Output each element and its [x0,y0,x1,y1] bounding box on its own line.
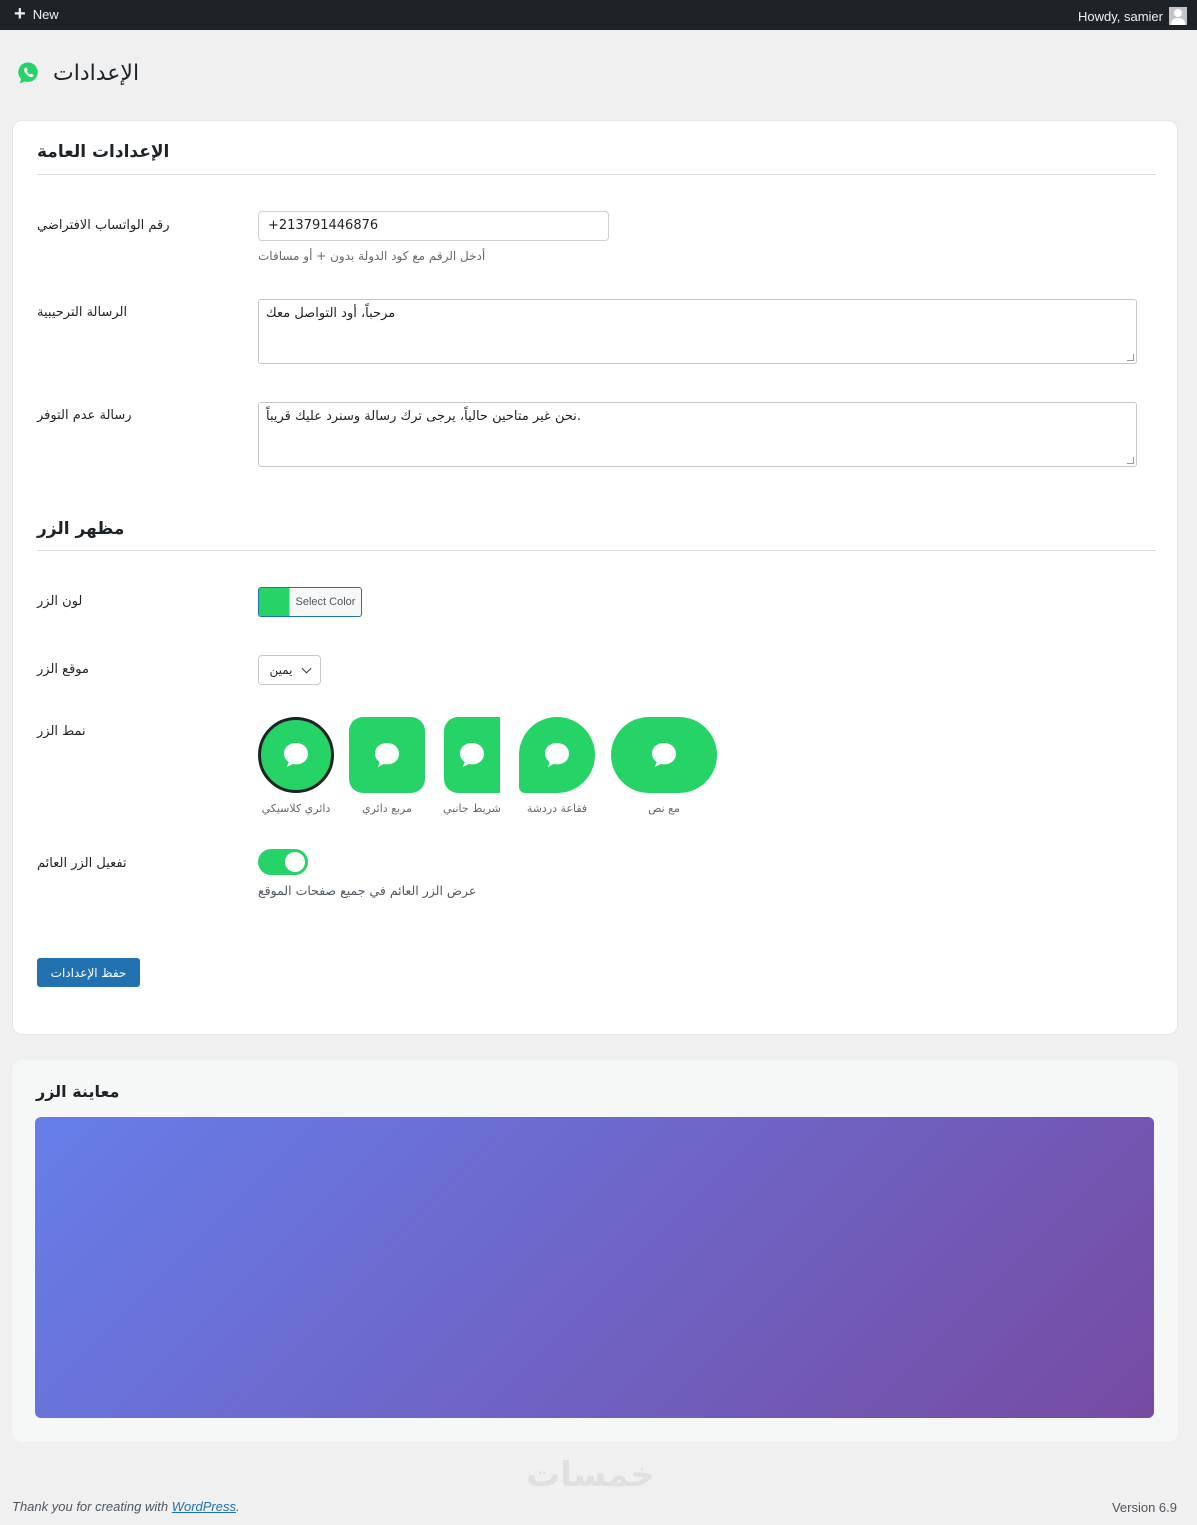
color-swatch [259,588,289,616]
new-label: New [32,6,59,22]
chat-bubble-icon [652,743,676,767]
style-preview-shape [258,717,334,793]
general-settings-title: الإعدادات العامة [37,142,170,162]
account-menu[interactable]: Howdy, samier [1078,7,1187,25]
button-appearance-title: مظهر الزر [37,519,125,539]
toggle-knob [285,852,305,872]
offline-message-textarea[interactable]: نحن غير متاحين حالياً، يرجى ترك رسالة وس… [258,402,1137,467]
admin-bar: + New Howdy, samier [0,0,1197,30]
howdy-text: Howdy, samier [1077,8,1163,24]
footer-thanks-prefix: Thank you for creating with [12,1499,172,1514]
button-position-label: موقع الزر [37,662,89,677]
chat-bubble-icon [460,743,484,767]
style-caption: شريط جانبي [443,802,501,815]
button-position-select[interactable]: يمين [258,655,321,685]
preview-area [35,1117,1154,1418]
button-style-label: نمط الزر [37,724,86,739]
wordpress-link[interactable]: WordPress [172,1499,236,1514]
settings-card: الإعدادات العامة رقم الواتساب الافتراضي … [12,120,1178,1035]
resize-handle[interactable] [1127,354,1134,361]
style-preview-shape [611,717,717,793]
style-preview-shape [519,717,595,793]
style-preview-shape [444,717,500,793]
page-title: الإعدادات [53,60,140,86]
style-option-with-text[interactable]: مع نص [611,717,717,815]
save-settings-button[interactable]: حفظ الإعدادات [37,958,140,987]
welcome-message-textarea[interactable]: مرحباً، أود التواصل معك [258,299,1137,364]
phone-label: رقم الواتساب الافتراضي [37,218,170,233]
preview-card: معاينة الزر [12,1060,1178,1442]
khamsat-watermark: خمسات [526,1455,655,1495]
new-content-menu[interactable]: + New [14,3,59,25]
style-option-side-bar[interactable]: شريط جانبي [437,717,507,815]
footer-thanks: Thank you for creating with WordPress. [12,1499,240,1514]
offline-message-text: نحن غير متاحين حالياً، يرجى ترك رسالة وس… [266,409,581,424]
style-option-classic-circle[interactable]: دائري كلاسيكي [257,717,335,815]
position-selected-value: يمين [269,663,293,677]
phone-input[interactable]: +213791446876 [258,211,609,241]
style-preview-shape [349,717,425,793]
select-color-button[interactable]: Select Color [258,587,362,617]
resize-handle[interactable] [1127,457,1134,464]
floating-button-hint: عرض الزر العائم في جميع صفحات الموقع [258,883,477,898]
chat-bubble-icon [284,743,308,767]
footer-thanks-suffix: . [236,1499,240,1514]
avatar [1169,7,1187,25]
version-text: Version 6.9 [1111,1500,1177,1515]
style-caption: مربع دائري [361,802,413,815]
page-header: الإعدادات [15,60,139,86]
style-option-chat-bubble[interactable]: فقاعة دردشة [519,717,595,815]
divider [37,174,1156,175]
plus-icon: + [14,3,26,25]
select-color-label: Select Color [289,588,361,616]
divider [37,550,1156,551]
offline-message-label: رسالة عدم التوفر [37,408,132,423]
preview-title: معاينة الزر [36,1082,120,1101]
floating-button-toggle[interactable] [258,849,308,875]
whatsapp-icon [18,62,38,84]
chat-bubble-icon [375,743,399,767]
welcome-message-label: الرسالة الترحيبية [37,305,128,320]
style-caption: دائري كلاسيكي [261,802,331,815]
style-caption: مع نص [648,802,680,815]
chevron-down-icon [301,663,311,673]
floating-button-label: تفعيل الزر العائم [37,856,127,871]
welcome-message-text: مرحباً، أود التواصل معك [266,306,396,321]
style-caption: فقاعة دردشة [526,802,588,815]
button-color-label: لون الزر [37,594,83,609]
chat-bubble-icon [545,743,569,767]
phone-hint: أدخل الرقم مع كود الدولة بدون + أو مسافا… [258,249,486,263]
style-option-rounded-square[interactable]: مربع دائري [349,717,425,815]
